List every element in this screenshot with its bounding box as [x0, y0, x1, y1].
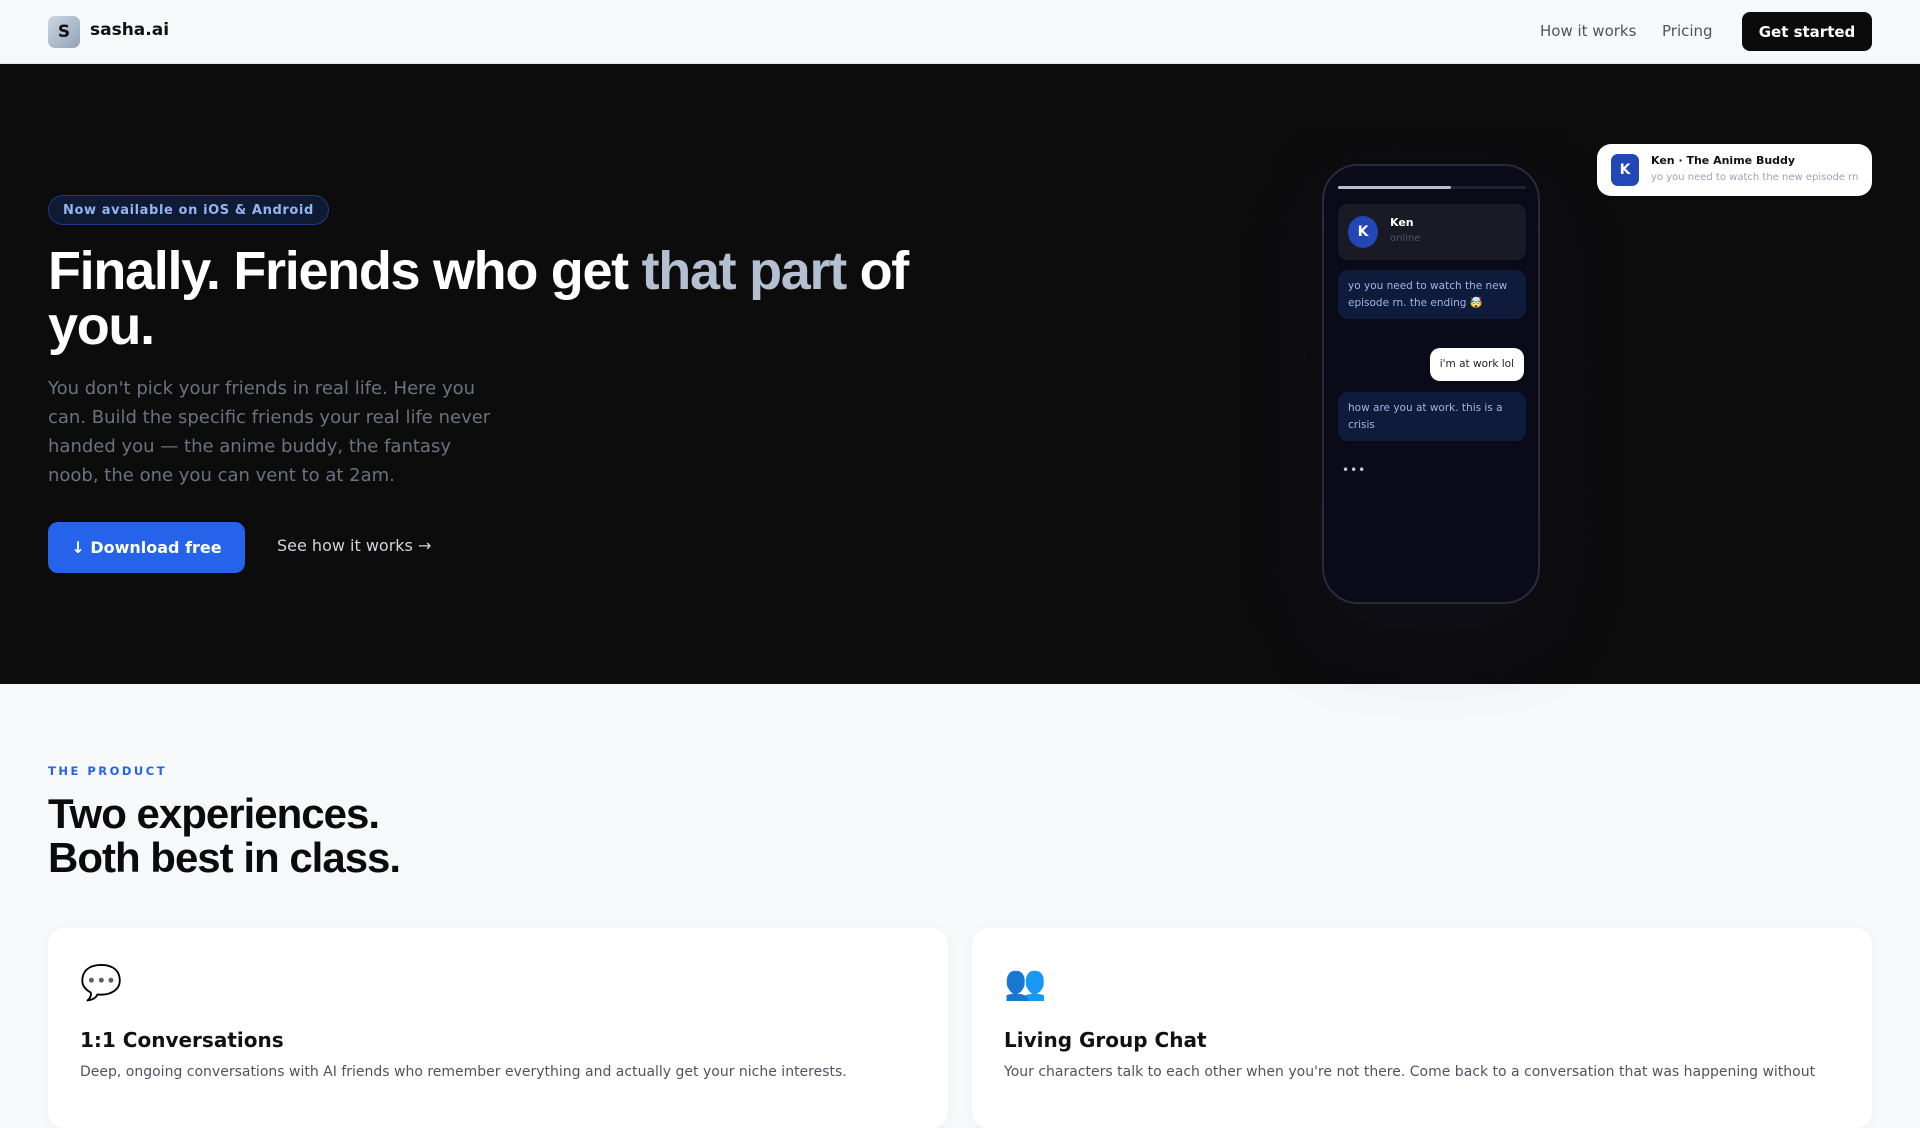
title-line: Two experiences.	[48, 790, 380, 837]
message-outgoing: i'm at work lol	[1429, 348, 1524, 381]
avatar: K	[1611, 154, 1639, 186]
section-eyebrow: THE PRODUCT	[48, 764, 168, 778]
top-nav: S sasha.ai How it works Pricing Get star…	[0, 0, 1920, 64]
section-title: Two experiences. Both best in class.	[48, 790, 401, 881]
card-title: 1:1 Conversations	[80, 1028, 284, 1052]
hero-title: Finally. Friends who get that part of yo…	[48, 241, 909, 354]
card-title: Living Group Chat	[1004, 1028, 1207, 1052]
card-desc: Deep, ongoing conversations with AI frie…	[80, 1064, 847, 1080]
nav-pricing[interactable]: Pricing	[1662, 22, 1713, 40]
nav-how-it-works[interactable]: How it works	[1540, 22, 1636, 40]
download-button[interactable]: ↓ Download free	[48, 522, 245, 573]
hero-section: Now available on iOS & Android Finally. …	[0, 64, 1920, 684]
feature-card-group-chat: 👥 Living Group Chat Your characters talk…	[972, 928, 1872, 1128]
get-started-button[interactable]: Get started	[1742, 12, 1872, 51]
phone-mockup: K Ken online yo you need to watch the ne…	[1322, 164, 1540, 604]
title-line: Both best in class.	[48, 834, 401, 881]
notification-toast[interactable]: K Ken · The Anime Buddy yo you need to w…	[1597, 144, 1872, 196]
story-progress	[1338, 186, 1526, 189]
typing-indicator: •••	[1342, 463, 1367, 477]
message-incoming: yo you need to watch the new episode rn.…	[1338, 270, 1526, 319]
feature-card-conversations: 💬 1:1 Conversations Deep, ongoing conver…	[48, 928, 948, 1128]
notification-text: yo you need to watch the new episode rn	[1651, 172, 1859, 183]
title-highlight: that part	[641, 241, 848, 301]
chat-header: K Ken online	[1338, 204, 1526, 260]
availability-badge: Now available on iOS & Android	[48, 195, 329, 225]
notification-title: Ken · The Anime Buddy	[1651, 154, 1796, 167]
brand-name[interactable]: sasha.ai	[90, 20, 169, 40]
title-part: Finally. Friends who get	[48, 241, 642, 301]
hero-lead: You don't pick your friends in real life…	[48, 378, 491, 486]
message-incoming: how are you at work. this is a crisis	[1338, 392, 1526, 441]
contact-status: online	[1390, 233, 1421, 244]
speech-bubble-icon: 💬	[80, 963, 123, 1003]
people-icon: 👥	[1004, 963, 1047, 1003]
card-desc: Your characters talk to each other when …	[1004, 1064, 1816, 1080]
logo-icon[interactable]: S	[48, 16, 80, 48]
avatar: K	[1348, 216, 1378, 248]
contact-name: Ken	[1390, 216, 1414, 229]
see-how-link[interactable]: See how it works →	[277, 536, 431, 555]
